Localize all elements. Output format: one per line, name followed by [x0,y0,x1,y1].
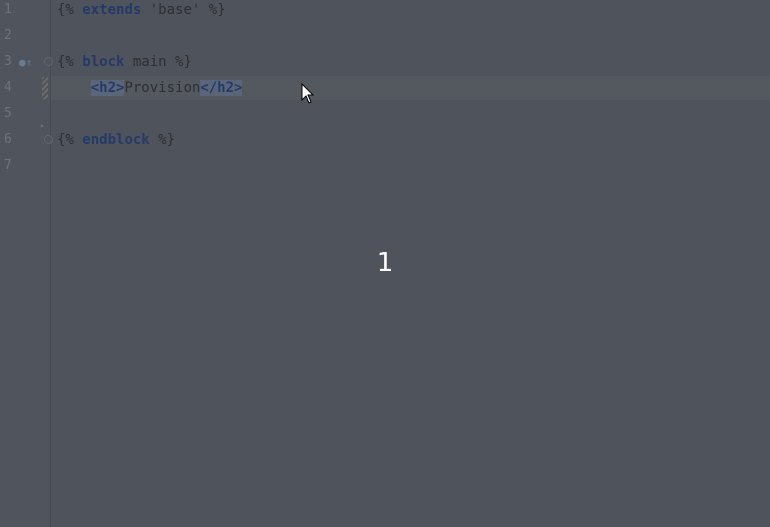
string-literal: 'base' [149,2,201,18]
line-number: 3 [4,54,12,69]
template-delimiter: {% [57,54,74,70]
template-delimiter: %} [208,2,226,18]
line-number: 5 [4,106,12,121]
keyword-endblock: endblock [82,132,150,148]
fold-icon[interactable] [44,57,53,66]
line-number: 1 [4,2,12,17]
template-delimiter: {% [57,2,74,18]
keyword-block: block [82,54,125,70]
template-delimiter: %} [175,54,192,70]
template-delimiter: {% [57,132,74,148]
block-name: main [132,54,167,70]
change-indicator[interactable] [42,77,48,99]
html-tag-open: <h2> [90,80,125,96]
code-line-4[interactable]: <h2>Provision</h2> [57,78,243,100]
line-number: 6 [4,132,12,147]
code-line-6[interactable]: {% endblock %} [57,130,175,152]
fold-icon[interactable] [44,135,53,144]
code-line-1[interactable]: {% extends 'base' %} [57,0,226,22]
keyword-extends: extends [82,2,142,18]
editor-gutter[interactable]: 1 2 3 4 5 6 7 ●↑ ▸ [0,0,53,527]
frame-number: 1 [376,248,394,278]
override-marker-icon[interactable]: ●↑ [19,57,32,69]
code-editor[interactable]: 1 2 3 4 5 6 7 ●↑ ▸ {% extends 'base' %} … [0,0,770,527]
fold-arrow-icon[interactable]: ▸ [40,121,45,131]
line-number: 2 [4,28,12,43]
line-number: 4 [4,80,12,95]
html-tag-close: </h2> [200,80,243,96]
mouse-pointer-icon [301,83,315,104]
code-line-3[interactable]: {% block main %} [57,52,192,74]
line-number: 7 [4,158,12,173]
heading-text: Provision [124,80,201,96]
template-delimiter: %} [158,132,176,148]
